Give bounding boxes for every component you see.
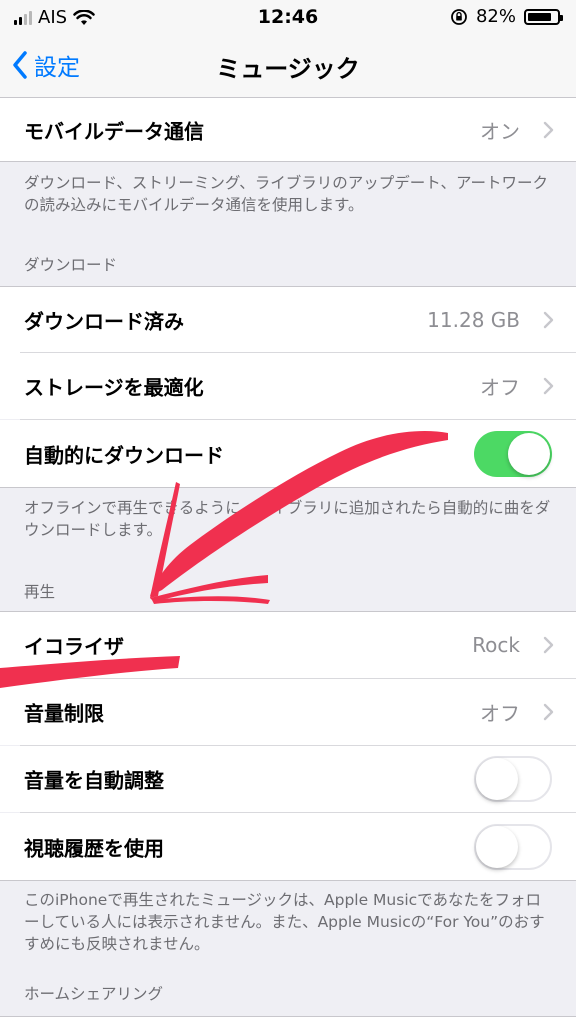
arrow-head-right-tail [152, 596, 270, 604]
divider [0, 880, 576, 881]
chevron-right-icon [543, 703, 554, 721]
cell-label: ダウンロード済み [24, 309, 184, 334]
cell-label: 自動的にダウンロード [24, 443, 224, 467]
cell-listening-history: 視聴履歴を使用 [0, 813, 576, 880]
status-right: 82% [450, 6, 563, 27]
cell-label: モバイルデータ通信 [24, 119, 204, 143]
toggle-knob [508, 432, 550, 475]
listening-history-footer: このiPhoneで再生されたミュージックは、Apple Musicであなたをフォ… [24, 891, 545, 953]
navigation-bar: 設定 ミュージック [0, 36, 576, 98]
battery-icon [524, 8, 563, 25]
rotation-lock-icon [451, 8, 467, 25]
section-header-download: ダウンロード [24, 256, 118, 274]
page-title: ミュージック [216, 55, 360, 83]
cell-label: 音量制限 [24, 701, 104, 726]
section-header-home-sharing: ホームシェアリング [24, 985, 164, 1003]
listening-history-toggle[interactable] [474, 823, 552, 870]
cell-value: オン [480, 119, 520, 143]
divider [0, 487, 576, 488]
cell-label: 視聴履歴を使用 [24, 836, 164, 860]
cell-value: Rock [472, 633, 520, 657]
divider [0, 161, 576, 162]
cell-auto-download: 自動的にダウンロード [0, 420, 576, 487]
cell-optimize-storage[interactable]: ストレージを最適化 オフ [0, 353, 576, 419]
cell-sound-check: 音量を自動調整 [0, 746, 576, 812]
cell-equalizer[interactable]: イコライザ Rock [0, 612, 576, 678]
cell-volume-limit[interactable]: 音量制限 オフ [0, 679, 576, 745]
chevron-right-icon [543, 311, 554, 329]
mobile-data-footer: ダウンロード、ストリーミング、ライブラリのアップデート、アートワークの読み込みに… [24, 174, 549, 214]
sound-check-toggle[interactable] [474, 756, 552, 802]
status-bar: AIS 12:46 82% [0, 0, 576, 36]
auto-download-footer: オフラインで再生できるように、ライブラリに追加されたら自動的に曲をダウンロードし… [24, 499, 551, 539]
cell-home-sharing-partial [0, 1017, 576, 1024]
cell-label: 音量を自動調整 [24, 768, 164, 793]
cell-mobile-data[interactable]: モバイルデータ通信 オン [0, 98, 576, 161]
chevron-right-icon [543, 121, 554, 138]
toggle-knob [476, 758, 518, 800]
battery-percent: 82% [475, 6, 516, 27]
cell-value: オフ [480, 701, 520, 726]
cell-downloaded[interactable]: ダウンロード済み 11.28 GB [0, 287, 576, 353]
cell-value: 11.28 GB [427, 308, 520, 332]
toggle-knob [476, 825, 518, 868]
chevron-right-icon [543, 377, 554, 395]
auto-download-toggle[interactable] [474, 430, 552, 477]
cell-label: ストレージを最適化 [24, 375, 204, 400]
section-header-playback: 再生 [24, 583, 56, 601]
cell-label: イコライザ [24, 634, 124, 659]
arrow-head-right [150, 575, 268, 602]
cell-value: オフ [480, 375, 520, 400]
chevron-right-icon [543, 636, 554, 654]
